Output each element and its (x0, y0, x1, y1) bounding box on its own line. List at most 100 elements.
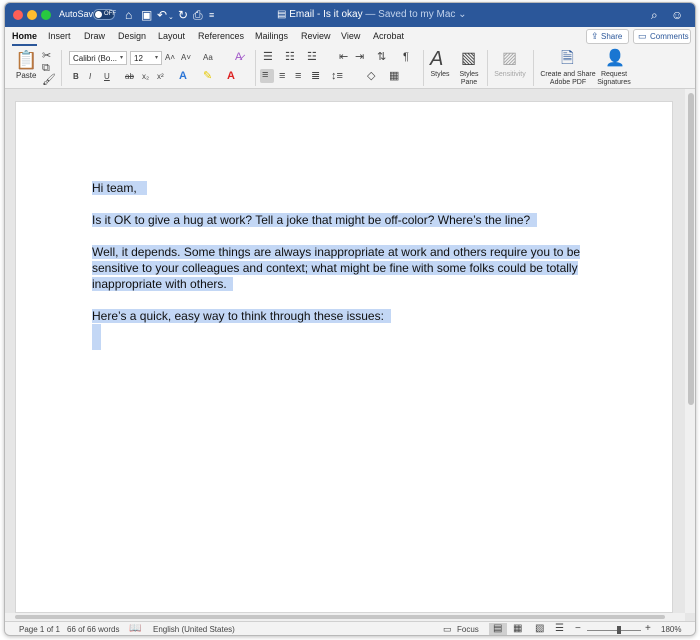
chevron-down-icon: ▾ (154, 55, 158, 61)
web-layout-icon[interactable]: ▦ (513, 623, 522, 634)
print-layout-icon[interactable]: ▤ (493, 623, 502, 634)
horizontal-scroll-thumb[interactable] (15, 615, 665, 619)
paste-icon[interactable]: 📋 (15, 50, 37, 70)
subscript-button[interactable]: x₂ (142, 71, 149, 83)
search-icon[interactable]: ⌕ (651, 8, 658, 23)
comments-button[interactable]: ▭ Comments (633, 29, 691, 44)
document-body[interactable]: Hi team, Is it OK to give a hug at work?… (92, 180, 612, 354)
account-icon[interactable]: ☺ (671, 8, 683, 22)
bullets-icon[interactable]: ☰ (263, 51, 273, 63)
autosave-toggle[interactable]: OFF (93, 9, 116, 20)
zoom-in-icon[interactable]: + (645, 623, 651, 634)
create-pdf-label[interactable]: Create and Share Adobe PDF (538, 71, 598, 87)
ribbon-tabs: Home Insert Draw Design Layout Reference… (5, 27, 695, 47)
tab-acrobat[interactable]: Acrobat (373, 31, 404, 41)
zoom-slider-knob[interactable] (617, 626, 621, 634)
vertical-scrollbar[interactable] (685, 89, 695, 613)
italic-button[interactable]: I (89, 71, 91, 83)
close-window-button[interactable] (13, 10, 23, 20)
zoom-out-icon[interactable]: − (575, 623, 581, 634)
paste-label: Paste (16, 71, 37, 80)
shading-icon[interactable]: ◇ (367, 70, 375, 82)
numbering-icon[interactable]: ☷ (285, 51, 295, 63)
cut-icon[interactable]: ✂ (42, 50, 51, 62)
horizontal-scrollbar[interactable] (5, 613, 685, 621)
tab-mailings[interactable]: Mailings (255, 31, 288, 41)
paragraph-question[interactable]: Is it OK to give a hug at work? Tell a j… (92, 213, 531, 227)
chevron-down-icon: ▾ (119, 55, 123, 61)
share-button[interactable]: ⇪ Share (586, 29, 629, 44)
share-icon: ⇪ (591, 31, 599, 41)
clear-formatting-icon[interactable]: A̷ (235, 51, 242, 63)
focus-label[interactable]: Focus (457, 625, 479, 634)
align-left-icon[interactable]: ≡ (260, 69, 274, 83)
zoom-window-button[interactable] (41, 10, 51, 20)
language-status[interactable]: English (United States) (153, 625, 235, 634)
paragraph-body[interactable]: Well, it depends. Some things are always… (92, 245, 581, 291)
focus-icon[interactable]: ▭ (443, 624, 452, 635)
font-name-select[interactable]: Calibri (Bo... ▾ (69, 51, 127, 65)
borders-icon[interactable]: ▦ (389, 70, 399, 82)
highlight-icon[interactable]: ✎ (203, 70, 212, 82)
customize-toolbar-icon[interactable]: ≡ (209, 8, 214, 22)
request-signatures-icon[interactable]: 👤 (605, 49, 625, 69)
sensitivity-icon: ▨ (502, 50, 518, 67)
tab-references[interactable]: References (198, 31, 244, 41)
underline-button[interactable]: U (104, 71, 110, 83)
share-label: Share (601, 32, 623, 41)
undo-icon[interactable]: ↶ (157, 8, 167, 22)
change-case-icon[interactable]: Aa (203, 52, 213, 64)
font-size-select[interactable]: 12 ▾ (130, 51, 162, 65)
decrease-indent-icon[interactable]: ⇤ (339, 51, 348, 63)
save-icon[interactable]: ▣ (141, 8, 152, 22)
document-page[interactable]: Hi team, Is it OK to give a hug at work?… (15, 101, 673, 613)
copy-icon[interactable]: ⧉ (42, 62, 50, 74)
outline-view-icon[interactable]: ☰ (555, 623, 564, 634)
show-formatting-icon[interactable]: ¶ (403, 51, 409, 63)
grow-font-icon[interactable]: A˄ (165, 52, 175, 64)
tab-layout[interactable]: Layout (158, 31, 185, 41)
superscript-button[interactable]: x² (157, 71, 164, 83)
sort-icon[interactable]: ⇅ (377, 51, 386, 63)
comment-icon: ▭ (638, 31, 647, 41)
request-signatures-label[interactable]: Request Signatures (594, 71, 634, 87)
tab-home[interactable]: Home (12, 31, 38, 46)
paragraph-greeting[interactable]: Hi team, (92, 181, 137, 195)
align-right-icon[interactable]: ≡ (295, 70, 301, 82)
page-count[interactable]: Page 1 of 1 (19, 625, 60, 634)
text-effects-icon[interactable]: A (179, 70, 187, 82)
shrink-font-icon[interactable]: A˅ (181, 52, 191, 64)
justify-icon[interactable]: ≣ (311, 70, 320, 82)
tab-design[interactable]: Design (118, 31, 146, 41)
styles-icon[interactable]: A (430, 49, 443, 69)
vertical-scroll-thumb[interactable] (688, 93, 694, 405)
align-center-icon[interactable]: ≡ (279, 70, 285, 82)
redo-icon[interactable]: ↻ (178, 8, 188, 22)
home-icon[interactable]: ⌂ (125, 8, 132, 22)
minimize-window-button[interactable] (27, 10, 37, 20)
zoom-level[interactable]: 180% (661, 625, 681, 634)
tab-review[interactable]: Review (301, 31, 331, 41)
autosave-state: OFF (104, 11, 116, 17)
saved-status: — Saved to my Mac ⌄ (365, 9, 467, 20)
increase-indent-icon[interactable]: ⇥ (355, 51, 364, 63)
font-color-icon[interactable]: A (227, 70, 235, 82)
format-painter-icon[interactable]: 🖌 (42, 74, 56, 86)
zoom-slider[interactable] (587, 630, 641, 631)
read-mode-icon[interactable]: ▧ (535, 623, 544, 634)
proofing-icon[interactable]: 📖 (129, 623, 141, 634)
word-count[interactable]: 66 of 66 words (67, 625, 119, 634)
tab-view[interactable]: View (341, 31, 360, 41)
strikethrough-button[interactable]: ab (125, 71, 134, 83)
multilevel-list-icon[interactable]: ☳ (307, 51, 317, 63)
tab-draw[interactable]: Draw (84, 31, 105, 41)
tab-insert[interactable]: Insert (48, 31, 71, 41)
bold-button[interactable]: B (73, 71, 79, 83)
document-title: ▤ Email - Is it okay — Saved to my Mac ⌄ (277, 9, 467, 20)
line-spacing-icon[interactable]: ↕≡ (331, 70, 343, 82)
styles-pane-icon[interactable]: ▧ (461, 49, 476, 69)
create-pdf-icon[interactable]: 🗎 (561, 49, 574, 69)
undo-dropdown-icon[interactable]: ⌄ (168, 11, 174, 25)
paragraph-intro[interactable]: Here’s a quick, easy way to think throug… (92, 309, 384, 323)
print-icon[interactable]: ⎙ (193, 8, 203, 22)
